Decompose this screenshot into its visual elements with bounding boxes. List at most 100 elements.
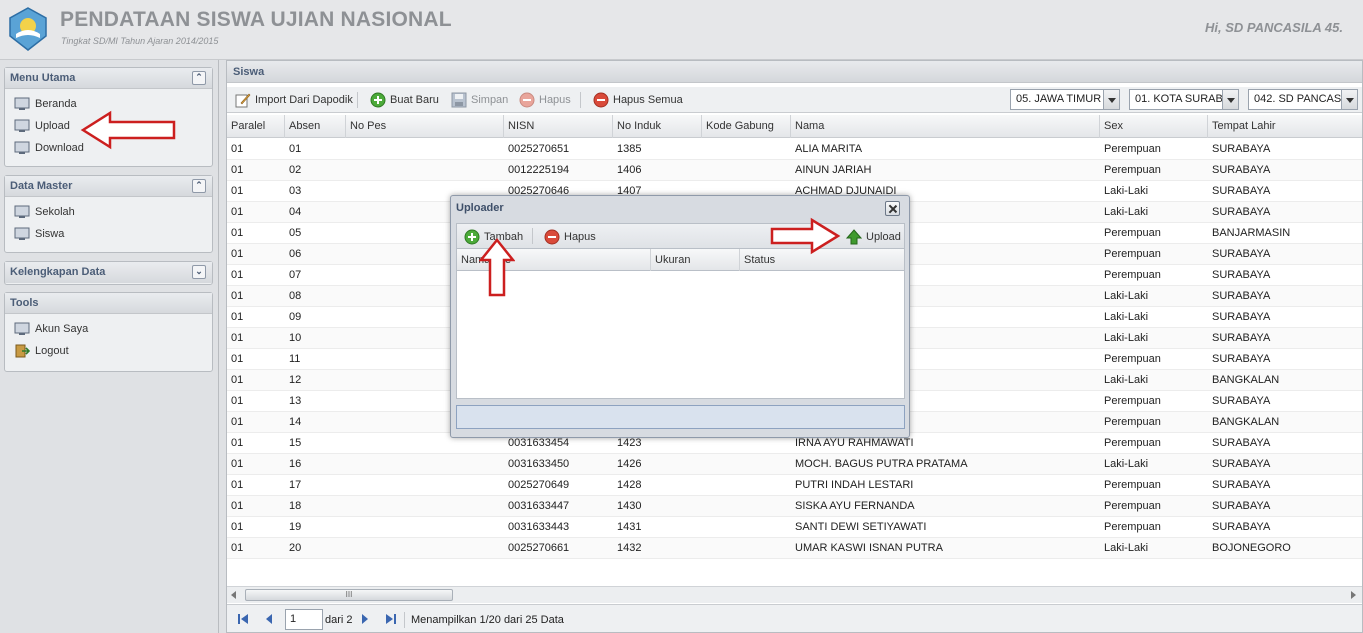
- city-select[interactable]: 01. KOTA SURABAYA: [1129, 89, 1239, 110]
- monitor-icon: [14, 227, 30, 240]
- add-file-button[interactable]: Tambah: [464, 228, 523, 246]
- sidebar-item-sekolah[interactable]: Sekolah: [5, 201, 212, 223]
- scrollbar-thumb[interactable]: III: [245, 589, 453, 601]
- cell-paralel: 01: [231, 395, 244, 407]
- cell-sex: Perempuan: [1104, 437, 1161, 449]
- table-row[interactable]: 01 17 0025270649 1428 PUTRI INDAH LESTARI Per…: [227, 475, 1362, 496]
- column-header-status[interactable]: Status: [740, 249, 906, 271]
- collapse-icon[interactable]: ⌃: [192, 71, 206, 85]
- table-row[interactable]: 01 20 0025270661 1432 UMAR KASWI ISNAN PUTRA…: [227, 538, 1362, 559]
- column-header-no-pes[interactable]: No Pes: [346, 115, 504, 138]
- panel-header[interactable]: Tools: [5, 293, 212, 314]
- first-page-icon[interactable]: [236, 612, 250, 626]
- cell-absen: 14: [289, 416, 302, 428]
- monitor-icon: [14, 205, 30, 218]
- save-button[interactable]: Simpan: [451, 91, 508, 109]
- cell-nisn: 0031633447: [508, 500, 570, 512]
- cell-tempat-lahir: SURABAYA: [1212, 143, 1271, 155]
- next-page-icon[interactable]: [358, 612, 372, 626]
- cell-sex: Perempuan: [1104, 521, 1161, 533]
- horizontal-scrollbar[interactable]: III: [227, 586, 1362, 603]
- cell-absen: 12: [289, 374, 302, 386]
- sidebar-item-beranda[interactable]: Beranda: [5, 93, 212, 115]
- previous-page-icon[interactable]: [262, 612, 276, 626]
- chevron-down-icon[interactable]: [1103, 90, 1119, 109]
- remove-icon: [519, 92, 535, 108]
- column-header-ukuran[interactable]: Ukuran: [651, 249, 740, 271]
- cell-sex: Perempuan: [1104, 500, 1161, 512]
- upload-button[interactable]: Upload: [846, 228, 901, 246]
- cell-absen: 02: [289, 164, 302, 176]
- table-row[interactable]: 01 19 0031633443 1431 SANTI DEWI SETIYAWATI P…: [227, 517, 1362, 538]
- column-header-sex[interactable]: Sex: [1100, 115, 1208, 138]
- cell-absen: 13: [289, 395, 302, 407]
- cell-tempat-lahir: SURABAYA: [1212, 437, 1271, 449]
- panel-tools: Tools Akun Saya Logout: [4, 292, 213, 372]
- sidebar-item-label: Siswa: [35, 228, 65, 240]
- sidebar-item-download[interactable]: Download: [5, 137, 212, 159]
- remove-file-button[interactable]: Hapus: [544, 228, 596, 246]
- sidebar-item-label: Logout: [35, 345, 69, 357]
- column-header-no-induk[interactable]: No Induk: [613, 115, 702, 138]
- cell-no-induk: 1432: [617, 542, 642, 554]
- delete-all-button[interactable]: Hapus Semua: [593, 91, 683, 109]
- chevron-down-icon[interactable]: [1222, 90, 1238, 109]
- uploader-file-list[interactable]: [456, 271, 905, 399]
- cell-no-pes: [346, 454, 504, 475]
- cell-absen: 04: [289, 206, 302, 218]
- column-header-nisn[interactable]: NISN: [504, 115, 613, 138]
- column-header-kode-gabung[interactable]: Kode Gabung: [702, 115, 791, 138]
- cell-tempat-lahir: SURABAYA: [1212, 479, 1271, 491]
- close-icon[interactable]: [885, 201, 900, 216]
- column-header-nama[interactable]: Nama: [791, 115, 1100, 138]
- cell-sex: Laki-Laki: [1104, 458, 1149, 470]
- cell-paralel: 01: [231, 269, 244, 281]
- column-header-nama-file[interactable]: Nama File: [457, 249, 651, 271]
- expand-icon[interactable]: ⌄: [192, 265, 206, 279]
- cell-sex: Laki-Laki: [1104, 374, 1149, 386]
- cell-sex: Perempuan: [1104, 248, 1161, 260]
- panel-title: Tools: [10, 297, 39, 309]
- scroll-right-icon[interactable]: [1351, 591, 1356, 599]
- cell-paralel: 01: [231, 521, 244, 533]
- panel-header[interactable]: Kelengkapan Data ⌄: [5, 262, 212, 283]
- sidebar-item-siswa[interactable]: Siswa: [5, 223, 212, 245]
- page-number-input[interactable]: 1: [285, 609, 323, 630]
- column-header-absen[interactable]: Absen: [285, 115, 346, 138]
- cell-absen: 03: [289, 185, 302, 197]
- import-dapodik-button[interactable]: Import Dari Dapodik: [235, 91, 353, 109]
- cell-kode-gabung: [702, 454, 791, 475]
- cell-kode-gabung: [702, 139, 791, 160]
- panel-title: Data Master: [10, 180, 73, 192]
- cell-sex: Perempuan: [1104, 269, 1161, 281]
- scroll-left-icon[interactable]: [231, 591, 236, 599]
- cell-tempat-lahir: SURABAYA: [1212, 395, 1271, 407]
- cell-nisn: 0012225194: [508, 164, 570, 176]
- sidebar-item-akun-saya[interactable]: Akun Saya: [5, 318, 212, 340]
- table-row[interactable]: 01 02 0012225194 1406 AINUN JARIAH Perempuan S…: [227, 160, 1362, 181]
- table-row[interactable]: 01 01 0025270651 1385 ALIA MARITA Perempuan SU…: [227, 139, 1362, 160]
- remove-icon: [593, 92, 609, 108]
- pager-divider: [404, 612, 405, 628]
- new-button[interactable]: Buat Baru: [370, 91, 439, 109]
- panel-header[interactable]: Data Master ⌃: [5, 176, 212, 197]
- chevron-down-icon[interactable]: [1341, 90, 1357, 109]
- cell-paralel: 01: [231, 290, 244, 302]
- cell-absen: 11: [289, 353, 301, 365]
- panel-header[interactable]: Menu Utama ⌃: [5, 68, 212, 89]
- cell-absen: 17: [289, 479, 302, 491]
- sidebar-item-logout[interactable]: Logout: [5, 340, 212, 362]
- collapse-icon[interactable]: ⌃: [192, 179, 206, 193]
- table-row[interactable]: 01 18 0031633447 1430 SISKA AYU FERNANDA Pere…: [227, 496, 1362, 517]
- column-header-tempat-lahir[interactable]: Tempat Lahir: [1208, 115, 1362, 138]
- last-page-icon[interactable]: [384, 612, 398, 626]
- table-row[interactable]: 01 16 0031633450 1426 MOCH. BAGUS PUTRA PRAT…: [227, 454, 1362, 475]
- cell-tempat-lahir: SURABAYA: [1212, 311, 1271, 323]
- delete-button[interactable]: Hapus: [519, 91, 571, 109]
- column-header-paralel[interactable]: Paralel: [227, 115, 285, 138]
- monitor-icon: [14, 119, 30, 132]
- province-select[interactable]: 05. JAWA TIMUR: [1010, 89, 1120, 110]
- cell-absen: 19: [289, 521, 302, 533]
- sidebar-item-upload[interactable]: Upload: [5, 115, 212, 137]
- school-select[interactable]: 042. SD PANCASILA 45: [1248, 89, 1358, 110]
